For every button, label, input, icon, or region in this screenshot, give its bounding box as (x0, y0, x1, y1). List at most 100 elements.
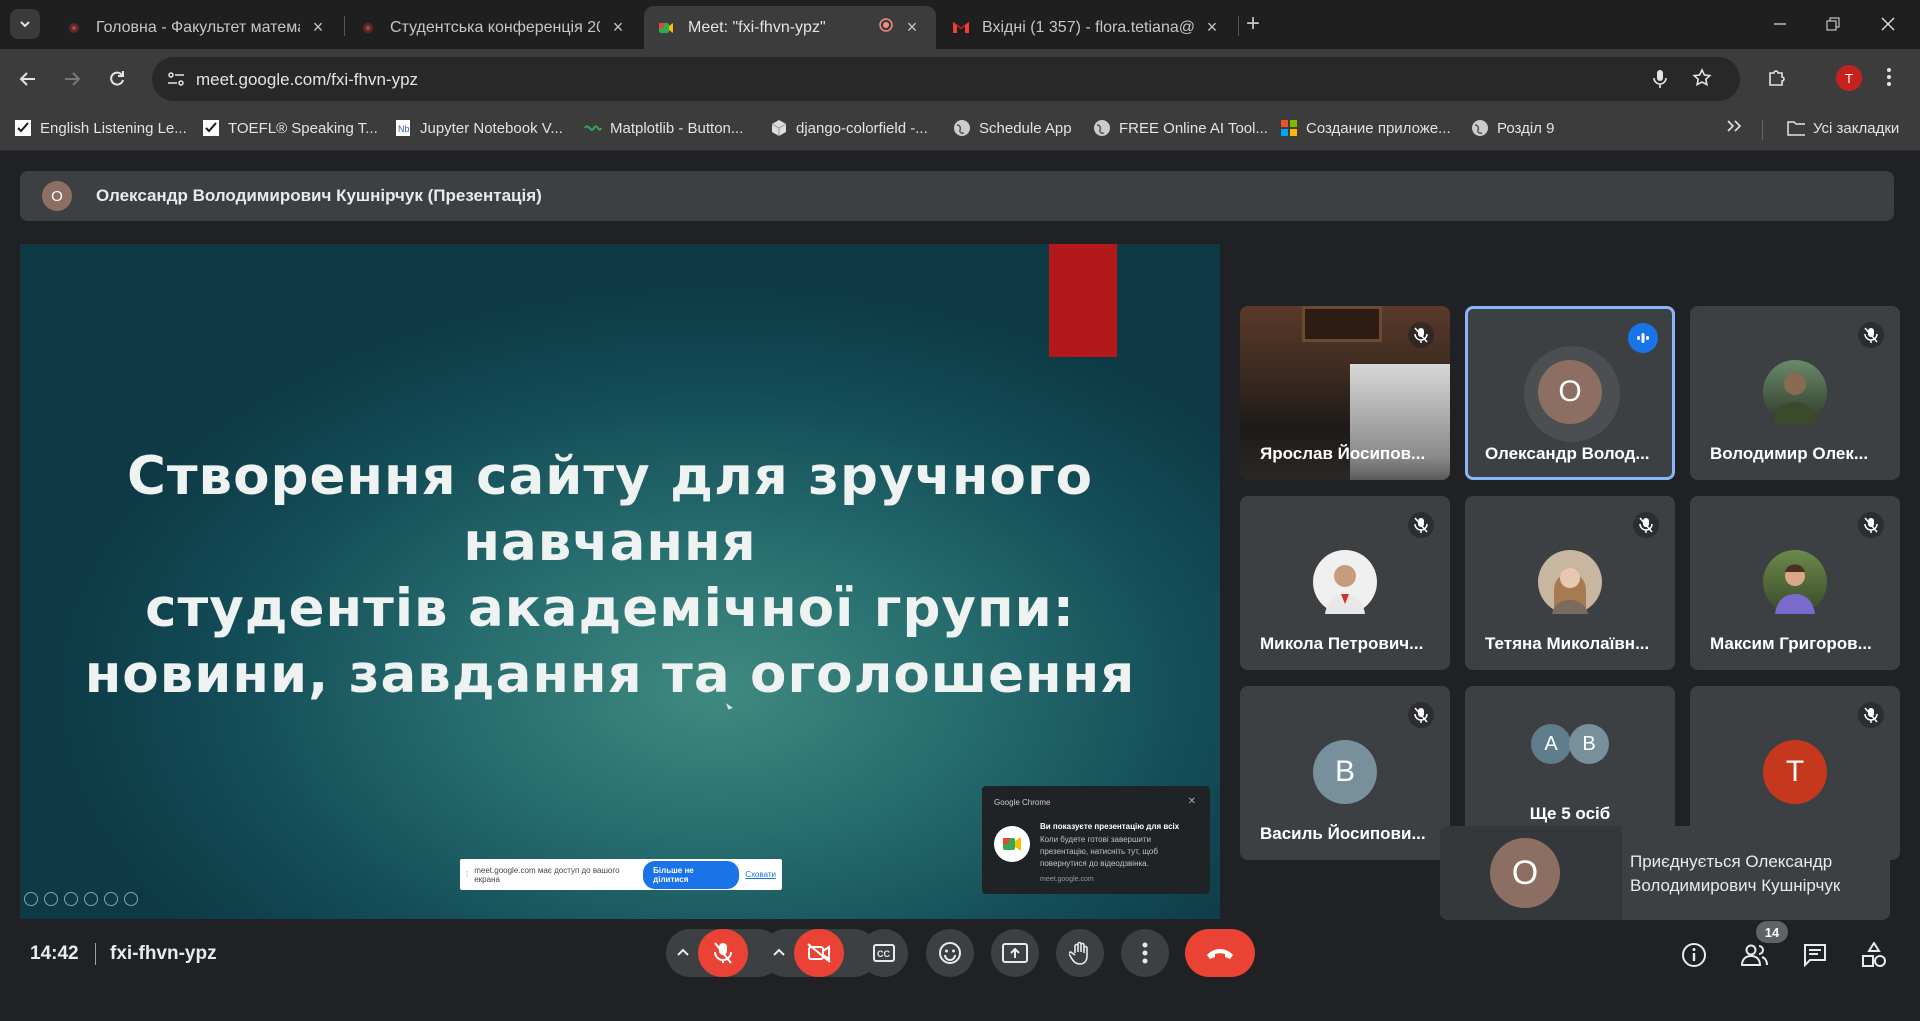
tab-title: Meet: "fxi-fhvn-ypz" (688, 18, 826, 36)
back-button[interactable] (12, 63, 44, 95)
new-tab-plus-icon[interactable]: + (1246, 10, 1260, 38)
bookmarks-bar: English Listening Le... TOEFL® Speaking … (0, 109, 1920, 151)
camera-toggle-button[interactable] (794, 929, 844, 977)
participant-tile[interactable]: Тетяна Миколаївн... (1465, 496, 1675, 670)
slideshow-controls[interactable] (24, 892, 138, 906)
chat-button[interactable] (1799, 939, 1831, 971)
mic-off-icon (1858, 702, 1884, 728)
close-icon[interactable]: × (1202, 17, 1222, 38)
tab-meet[interactable]: Meet: "fxi-fhvn-ypz" × (644, 6, 936, 49)
notification-title: Ви показуєте презентацію для всіх (1040, 822, 1180, 831)
participant-tile[interactable]: Ярослав Йосипов... (1240, 306, 1450, 480)
close-icon[interactable]: ✕ (1188, 796, 1196, 807)
close-icon[interactable]: × (608, 17, 628, 38)
video-options-chevron-icon[interactable] (772, 945, 786, 964)
participant-photo (1313, 550, 1377, 614)
close-icon[interactable]: × (902, 17, 922, 38)
address-bar[interactable]: meet.google.com/fxi-fhvn-ypz (152, 57, 1740, 101)
url-text[interactable]: meet.google.com/fxi-fhvn-ypz (196, 70, 418, 90)
bookmark-star-icon[interactable] (1692, 68, 1712, 93)
bookmark-item[interactable]: django-colorfield -... (770, 119, 928, 137)
activities-button[interactable] (1858, 939, 1890, 971)
chrome-notification[interactable]: Google Chrome ✕ Ви показуєте презентацію… (982, 786, 1210, 894)
join-notification: О Приєднується Олександр Володимирович К… (1440, 826, 1890, 920)
audio-options-chevron-icon[interactable] (676, 945, 690, 964)
site-info-icon[interactable] (166, 69, 186, 94)
microphone-toggle-button[interactable] (698, 929, 748, 977)
gmail-favicon-icon (952, 20, 970, 36)
hide-share-bar-link[interactable]: Сховати (745, 870, 776, 879)
all-bookmarks-folder[interactable]: Усі закладки (1787, 119, 1899, 137)
notification-source: meet.google.com (1040, 876, 1094, 883)
tab-conference[interactable]: Студентська конференція 2024 × (346, 6, 642, 49)
matplotlib-icon (584, 119, 602, 137)
tab-search-button[interactable] (10, 9, 40, 39)
reactions-button[interactable] (926, 929, 974, 977)
present-screen-button[interactable] (991, 929, 1039, 977)
participant-tile[interactable]: Володимир Олек... (1690, 306, 1900, 480)
meeting-controls-bar: 14:42 fxi-fhvn-ypz CC 14 (0, 921, 1920, 1021)
more-participants-label: Ще 5 осіб (1529, 804, 1611, 823)
drag-handle-icon[interactable]: ⁞ (466, 870, 468, 879)
participant-tile[interactable]: Микола Петрович... (1240, 496, 1450, 670)
extensions-puzzle-icon[interactable] (1766, 67, 1788, 94)
close-window-icon[interactable] (1868, 8, 1908, 40)
next-slide-icon[interactable] (44, 892, 58, 906)
close-icon[interactable]: × (308, 17, 328, 38)
more-options-button[interactable] (1121, 929, 1169, 977)
more-icon[interactable] (124, 892, 138, 906)
camera-off-icon (807, 943, 831, 963)
joining-avatar: О (1490, 838, 1560, 908)
meeting-details-button[interactable] (1678, 939, 1710, 971)
participant-tile[interactable]: В Василь Йосипови... (1240, 686, 1450, 860)
participant-name: Василь Йосипови... (1260, 824, 1426, 843)
bookmark-item[interactable]: Розділ 9 (1471, 119, 1554, 137)
tab-faculty[interactable]: Головна - Факультет математи × (52, 6, 342, 49)
presenter-banner: О Олександр Володимирович Кушнірчук (Пре… (20, 171, 1894, 221)
raise-hand-button[interactable] (1056, 929, 1104, 977)
pen-icon[interactable] (64, 892, 78, 906)
meeting-time: 14:42 (30, 943, 79, 964)
arrow-right-icon (65, 72, 81, 86)
microphone-icon[interactable] (1652, 69, 1668, 94)
emoji-icon (939, 942, 961, 964)
bookmark-item[interactable]: Создание приложе... (1280, 119, 1451, 137)
bookmark-item[interactable]: Nb Jupyter Notebook V... (394, 119, 563, 137)
restore-icon[interactable] (1813, 8, 1853, 40)
bookmark-item[interactable]: Matplotlib - Button... (584, 119, 743, 137)
meet-stage: О Олександр Володимирович Кушнірчук (Пре… (0, 151, 1920, 1021)
bookmark-item[interactable]: Schedule App (953, 119, 1072, 137)
share-bar-text: meet.google.com має доступ до вашого екр… (474, 865, 620, 884)
prev-slide-icon[interactable] (24, 892, 38, 906)
people-button[interactable] (1739, 939, 1771, 971)
slides-grid-icon[interactable] (84, 892, 98, 906)
stop-sharing-button[interactable]: Більше не ділитися (643, 860, 740, 889)
browser-menu-icon[interactable] (1886, 66, 1892, 93)
bookmark-item[interactable]: English Listening Le... (14, 119, 187, 137)
bookmark-item[interactable]: TOEFL® Speaking T... (202, 119, 378, 137)
minimize-icon[interactable] (1760, 8, 1800, 40)
bookmark-item[interactable]: FREE Online AI Tool... (1093, 119, 1268, 137)
forward-button[interactable] (56, 63, 88, 95)
profile-avatar[interactable]: T (1836, 65, 1862, 91)
reload-button[interactable] (101, 63, 133, 95)
present-screen-icon (1002, 943, 1028, 963)
browser-tab-strip: Головна - Факультет математи × Студентсь… (0, 0, 1920, 49)
divider (95, 943, 96, 965)
slide-red-ribbon (1049, 244, 1117, 357)
leave-call-button[interactable] (1185, 929, 1255, 977)
captions-button[interactable]: CC (860, 929, 908, 977)
mic-off-icon (1858, 512, 1884, 538)
screen-share-bar: ⁞ meet.google.com має доступ до вашого е… (460, 859, 782, 890)
mic-off-icon (1408, 512, 1434, 538)
hand-icon (1069, 941, 1088, 965)
people-icon (1741, 944, 1768, 966)
participant-tile[interactable]: Максим Григоров... (1690, 496, 1900, 670)
zoom-icon[interactable] (104, 892, 118, 906)
tab-gmail[interactable]: Вхідні (1 357) - flora.tetiana@cl × (938, 6, 1236, 49)
closed-captions-icon: CC (873, 944, 895, 962)
background-frame (1302, 306, 1382, 342)
participant-tile-active-speaker[interactable]: О Олександр Волод... (1465, 306, 1675, 480)
more-bookmarks-chevron-icon[interactable] (1726, 119, 1744, 133)
participant-avatar: T (1763, 740, 1827, 804)
